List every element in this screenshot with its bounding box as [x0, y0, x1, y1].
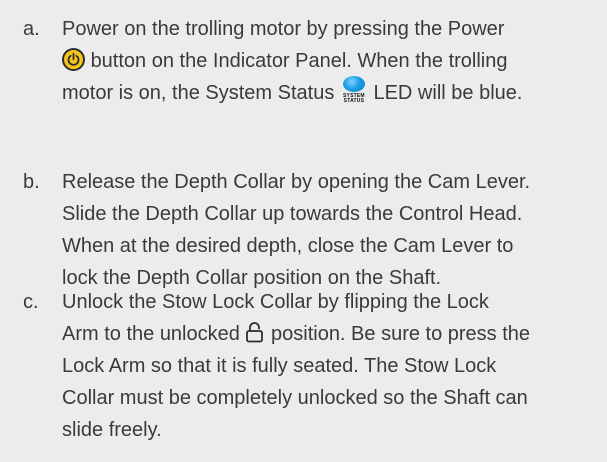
- step-line: Release the Depth Collar by opening the …: [62, 171, 531, 193]
- step-line: slide freely.: [62, 419, 162, 441]
- status-led-label-bottom: STATUS: [343, 97, 365, 104]
- step-line: Unlock the Stow Lock Collar by flipping …: [62, 291, 489, 313]
- step-text: Power on the trolling motor by pressing …: [62, 13, 606, 109]
- step-line: Slide the Depth Collar up towards the Co…: [62, 203, 523, 225]
- step-line: When at the desired depth, close the Cam…: [62, 235, 514, 257]
- status-led-dome: [342, 75, 365, 92]
- step-text: Release the Depth Collar by opening the …: [62, 166, 606, 294]
- step-line: Collar must be completely unlocked so th…: [62, 387, 528, 409]
- step-line: Power on the trolling motor by pressing …: [62, 18, 505, 40]
- step-line: button on the Indicator Panel. When the …: [62, 45, 606, 77]
- system-status-led-icon: SYSTEM STATUS: [340, 75, 368, 106]
- step-text: Unlock the Stow Lock Collar by flipping …: [62, 286, 606, 446]
- step-marker: c.: [23, 291, 39, 313]
- step-line-text: Arm to the unlocked: [62, 323, 240, 345]
- step-line-text: button on the Indicator Panel. When the …: [90, 50, 508, 72]
- step-line-text: LED will be blue.: [373, 82, 523, 104]
- step-line: Lock Arm so that it is fully seated. The…: [62, 355, 497, 377]
- unlocked-padlock-icon: [245, 321, 265, 343]
- instruction-steps: a. Power on the trolling motor by pressi…: [0, 0, 607, 462]
- step-line: motor is on, the System Status SYSTEM STA…: [62, 75, 606, 109]
- step-line-text: motor is on, the System Status: [62, 82, 335, 104]
- step-line-text: position. Be sure to press the: [271, 323, 531, 345]
- step-line: Arm to the unlocked position. Be sure to…: [62, 318, 606, 350]
- power-icon: [62, 48, 85, 72]
- step-marker: a.: [23, 18, 40, 40]
- step-marker: b.: [23, 171, 40, 193]
